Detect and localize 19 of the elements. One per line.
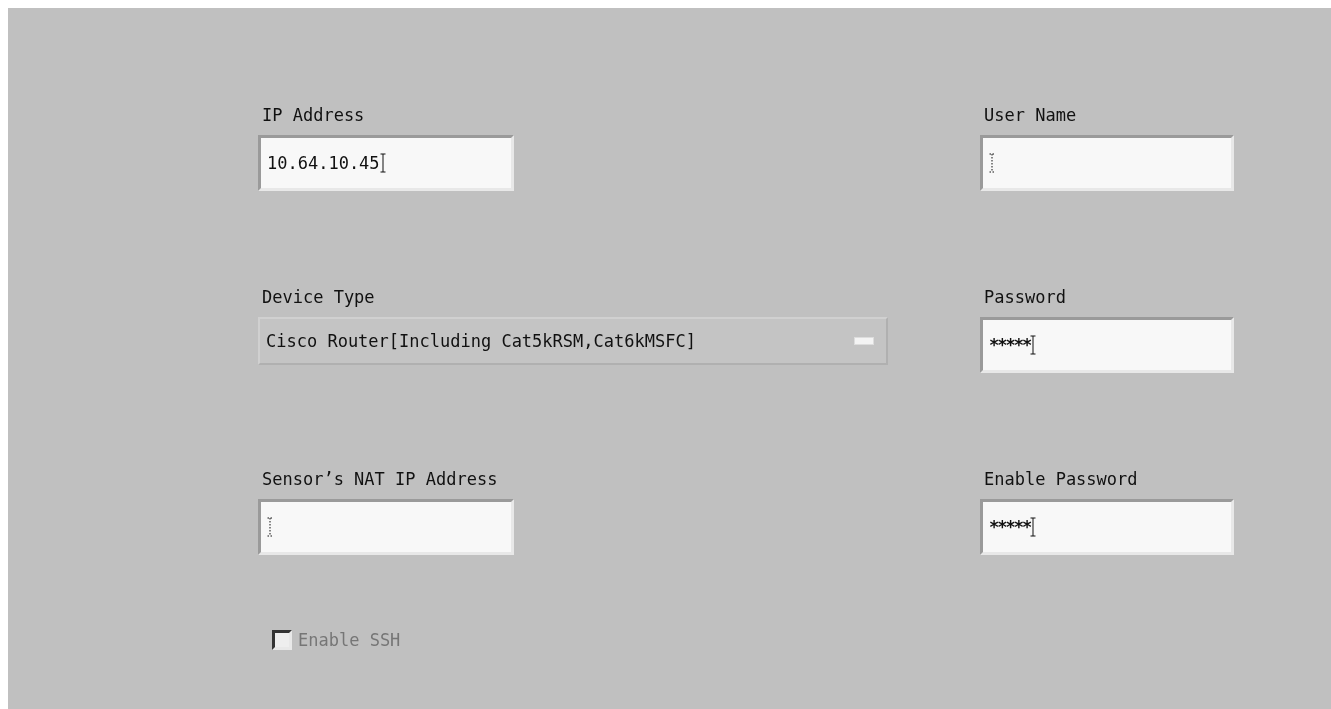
field-label: Password bbox=[984, 286, 1066, 308]
dropdown-indicator-icon bbox=[854, 337, 874, 345]
text-cursor-icon bbox=[267, 517, 273, 537]
field-label: Enable Password bbox=[984, 468, 1138, 490]
text-cursor-icon bbox=[989, 153, 995, 173]
text-field[interactable] bbox=[258, 499, 514, 555]
device-type-dropdown[interactable]: Cisco Router[Including Cat5kRSM,Cat6kMSFC] bbox=[258, 317, 888, 365]
text-cursor-icon bbox=[379, 153, 386, 173]
field-label: Device Type bbox=[262, 286, 375, 308]
field-label: Sensor’s NAT IP Address bbox=[262, 468, 498, 490]
password-field[interactable]: ***** bbox=[980, 499, 1234, 555]
field-label: IP Address bbox=[262, 104, 365, 126]
checkbox-label: Enable SSH bbox=[298, 630, 401, 650]
password-field[interactable]: ***** bbox=[980, 317, 1234, 373]
text-field[interactable] bbox=[980, 135, 1234, 191]
field-label: User Name bbox=[984, 104, 1077, 126]
text-cursor-icon bbox=[1030, 517, 1037, 537]
text-field[interactable]: 10.64.10.45 bbox=[258, 135, 514, 191]
text-cursor-icon bbox=[1030, 335, 1037, 355]
